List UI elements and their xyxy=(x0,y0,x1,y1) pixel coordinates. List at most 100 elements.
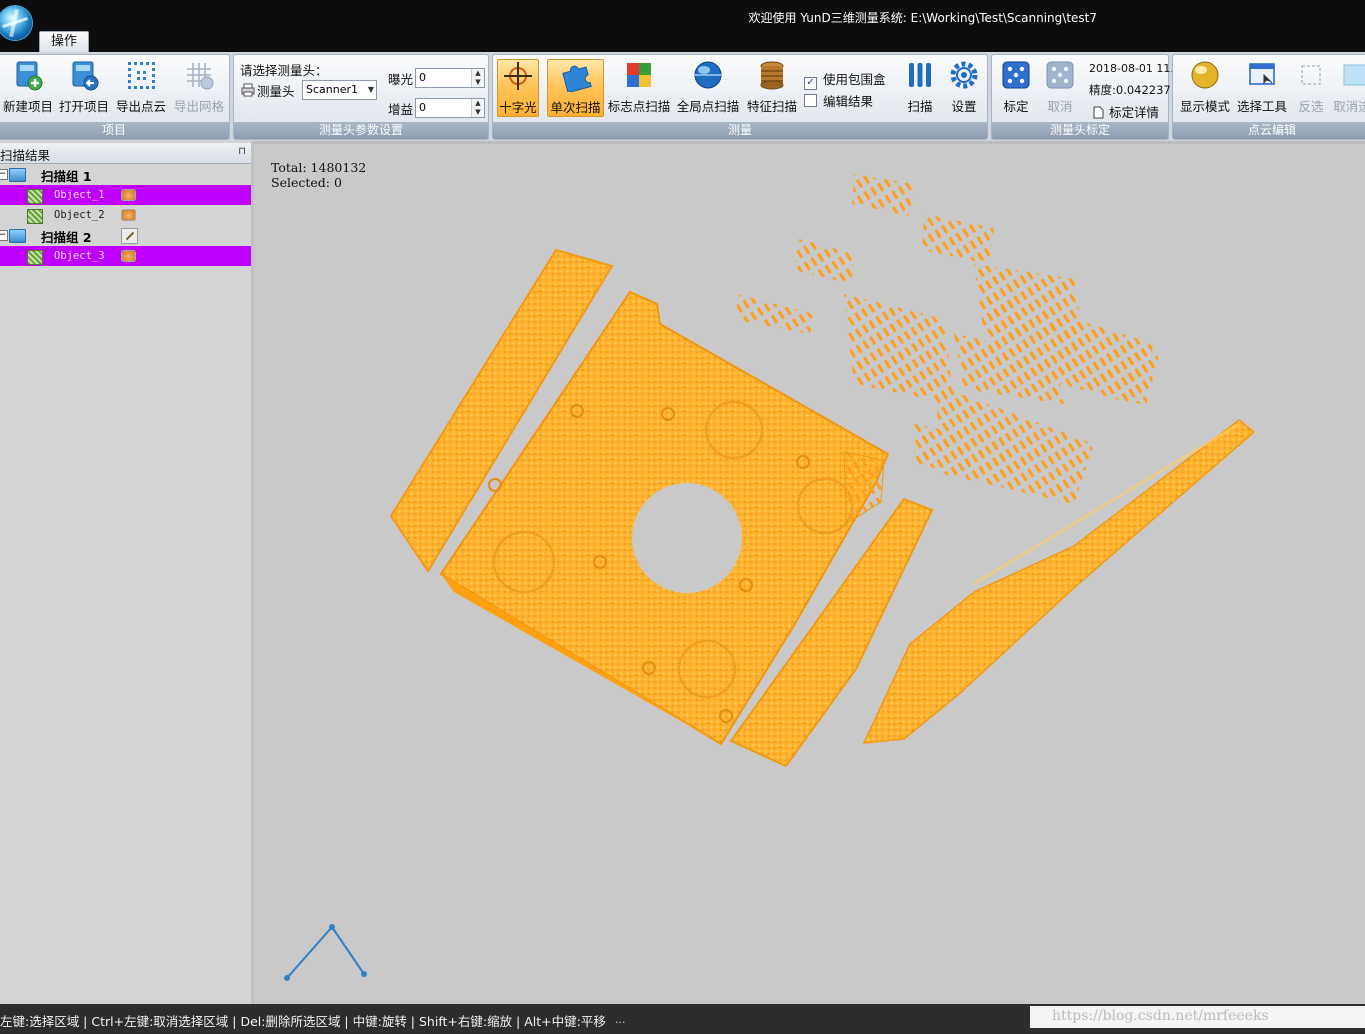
tree-object-row[interactable]: Object_2 xyxy=(0,205,251,225)
invert-icon xyxy=(1301,65,1321,85)
calibration-date: 2018-08-01 11. xyxy=(1089,62,1174,75)
new-project-button[interactable]: 新建项目 xyxy=(1,59,55,117)
surface-icon[interactable] xyxy=(121,209,136,221)
chevron-down-icon: ▼ xyxy=(367,85,374,94)
cancel-select-icon xyxy=(1343,64,1365,86)
app-globe-icon[interactable] xyxy=(0,6,32,40)
group-head-params-caption: 测量头参数设置 xyxy=(234,122,488,139)
folder-icon xyxy=(9,229,26,243)
viewport-stats: Total: 1480132 Selected: 0 xyxy=(271,160,366,190)
mesh-icon xyxy=(27,250,43,265)
head-select-value: Scanner1 xyxy=(306,83,359,96)
3d-viewport[interactable]: Total: 1480132 Selected: 0 xyxy=(254,141,1365,1004)
edit-result-checkbox[interactable]: 编辑结果 xyxy=(804,91,873,110)
head-select[interactable]: Scanner1 ▼ xyxy=(302,80,377,100)
group-calibration-caption: 测量头标定 xyxy=(992,122,1168,139)
invert-button[interactable]: 反选 xyxy=(1292,59,1330,117)
calibrate-cancel-icon xyxy=(1046,61,1074,89)
collapse-toggle-icon[interactable]: − xyxy=(0,169,8,180)
mesh-icon xyxy=(27,209,43,224)
gain-stepper[interactable]: 0 ▲ ▼ xyxy=(415,98,485,118)
scan-button[interactable]: 扫描 xyxy=(899,59,941,117)
pin-icon[interactable]: ⊓ xyxy=(238,146,246,157)
crosshair-button[interactable]: 十字光 xyxy=(497,59,539,117)
ribbon: 新建项目 打开项目 导出点云 导出网格 项目 请选择测量头： 测量头 Scann… xyxy=(0,52,1365,141)
group-measure: 十字光 单次扫描 标志点扫描 全局点扫描 特征扫描 ✓ 使用包围盒 编辑结果 扫… xyxy=(492,54,988,140)
gain-label: 增益 xyxy=(388,102,414,117)
calibrate-icon xyxy=(1002,61,1030,89)
calibration-details-label: 标定详情 xyxy=(1109,105,1160,120)
folder-icon xyxy=(9,168,26,182)
marker-scan-button[interactable]: 标志点扫描 xyxy=(606,59,672,117)
object-label: Object_3 xyxy=(54,250,105,262)
scan-results-panel: 扫描结果 ⊓ − 扫描组 1 Object_1 Object_2 − 扫描组 2… xyxy=(0,141,254,1004)
open-project-button[interactable]: 打开项目 xyxy=(57,59,111,117)
group-measure-caption: 测量 xyxy=(493,122,987,139)
axis-triad xyxy=(284,924,367,981)
marker-scan-icon xyxy=(627,63,651,87)
global-scan-button[interactable]: 全局点扫描 xyxy=(674,59,742,117)
calibrate-cancel-label: 取消 xyxy=(1047,99,1073,114)
use-bbox-checkbox[interactable]: ✓ 使用包围盒 xyxy=(804,69,886,90)
group-project-caption: 项目 xyxy=(0,122,229,139)
group-calibration: 标定 取消 2018-08-01 11. 精度:0.042237 标定详情 测量… xyxy=(991,54,1174,140)
invert-label: 反选 xyxy=(1298,99,1324,114)
export-mesh-icon xyxy=(187,63,214,90)
tree-group-row[interactable]: − 扫描组 1 xyxy=(0,164,251,184)
display-mode-button[interactable]: 显示模式 xyxy=(1176,59,1234,117)
mesh-icon xyxy=(27,189,43,204)
export-pointcloud-icon xyxy=(128,62,155,89)
status-hint: 左键:选择区域 | Ctrl+左键:取消选择区域 | Del:删除所选区域 | … xyxy=(0,1014,606,1029)
calibrate-cancel-button[interactable]: 取消 xyxy=(1039,59,1081,117)
exposure-spin-icon[interactable]: ▲ ▼ xyxy=(471,69,484,87)
select-tool-button[interactable]: 选择工具 xyxy=(1234,59,1290,117)
document-icon xyxy=(1093,106,1104,119)
object-label: Object_2 xyxy=(54,209,105,221)
export-pointcloud-button[interactable]: 导出点云 xyxy=(113,59,169,117)
single-scan-label: 单次扫描 xyxy=(550,100,601,115)
select-tool-icon xyxy=(1249,63,1275,85)
globe-icon xyxy=(694,61,722,89)
tree-object-row[interactable]: Object_3 xyxy=(0,246,251,266)
scan-bars-icon xyxy=(909,63,931,87)
status-ellipsis: ... xyxy=(615,1013,626,1026)
settings-button[interactable]: 设置 xyxy=(943,59,985,117)
feature-scan-label: 特征扫描 xyxy=(746,99,797,114)
edit-result-check-icon[interactable] xyxy=(804,94,817,107)
export-mesh-label: 导出网格 xyxy=(173,99,224,114)
gain-value: 0 xyxy=(419,101,426,114)
single-scan-button[interactable]: 单次扫描 xyxy=(547,59,604,117)
use-bbox-label: 使用包围盒 xyxy=(823,72,886,87)
group-head-params: 请选择测量头： 测量头 Scanner1 ▼ 曝光 0 ▲ ▼ 增益 0 ▲ ▼ 测… xyxy=(233,54,489,140)
selected-count: Selected: 0 xyxy=(271,175,342,190)
global-scan-label: 全局点扫描 xyxy=(676,99,740,114)
calibration-details-link[interactable]: 标定详情 xyxy=(1093,102,1159,121)
export-mesh-button[interactable]: 导出网格 xyxy=(171,59,227,117)
tree-group-row[interactable]: − 扫描组 2 xyxy=(0,225,251,245)
exposure-stepper[interactable]: 0 ▲ ▼ xyxy=(415,68,485,88)
point-cloud-render[interactable] xyxy=(254,144,1365,1004)
use-bbox-check-icon[interactable]: ✓ xyxy=(804,77,817,90)
cancel-select-button[interactable]: 取消选 xyxy=(1332,59,1365,117)
collapse-toggle-icon[interactable]: − xyxy=(0,230,8,241)
tree-object-row[interactable]: Object_1 xyxy=(0,185,251,205)
gain-spin-icon[interactable]: ▲ ▼ xyxy=(471,99,484,117)
tab-operations[interactable]: 操作 xyxy=(39,31,89,52)
marker-scan-label: 标志点扫描 xyxy=(607,99,671,114)
title-bar: 欢迎使用 YunD三维测量系统: E:\Working\Test\Scannin… xyxy=(0,0,1365,52)
crosshair-icon xyxy=(504,62,532,90)
new-project-icon xyxy=(16,61,43,91)
export-pointcloud-label: 导出点云 xyxy=(115,99,166,114)
total-count: Total: 1480132 xyxy=(271,160,367,175)
edit-wand-icon[interactable] xyxy=(121,228,138,244)
group-pointcloud-edit-caption: 点云编辑 xyxy=(1173,122,1365,139)
calibrate-button[interactable]: 标定 xyxy=(995,59,1037,117)
panel-header: 扫描结果 ⊓ xyxy=(0,143,251,164)
exposure-label: 曝光 xyxy=(388,72,414,87)
surface-icon[interactable] xyxy=(121,189,136,201)
crosshair-label: 十字光 xyxy=(499,100,537,115)
surface-icon[interactable] xyxy=(121,250,136,262)
open-project-icon xyxy=(72,61,99,91)
puzzle-icon xyxy=(561,65,592,92)
feature-scan-button[interactable]: 特征扫描 xyxy=(744,59,800,117)
